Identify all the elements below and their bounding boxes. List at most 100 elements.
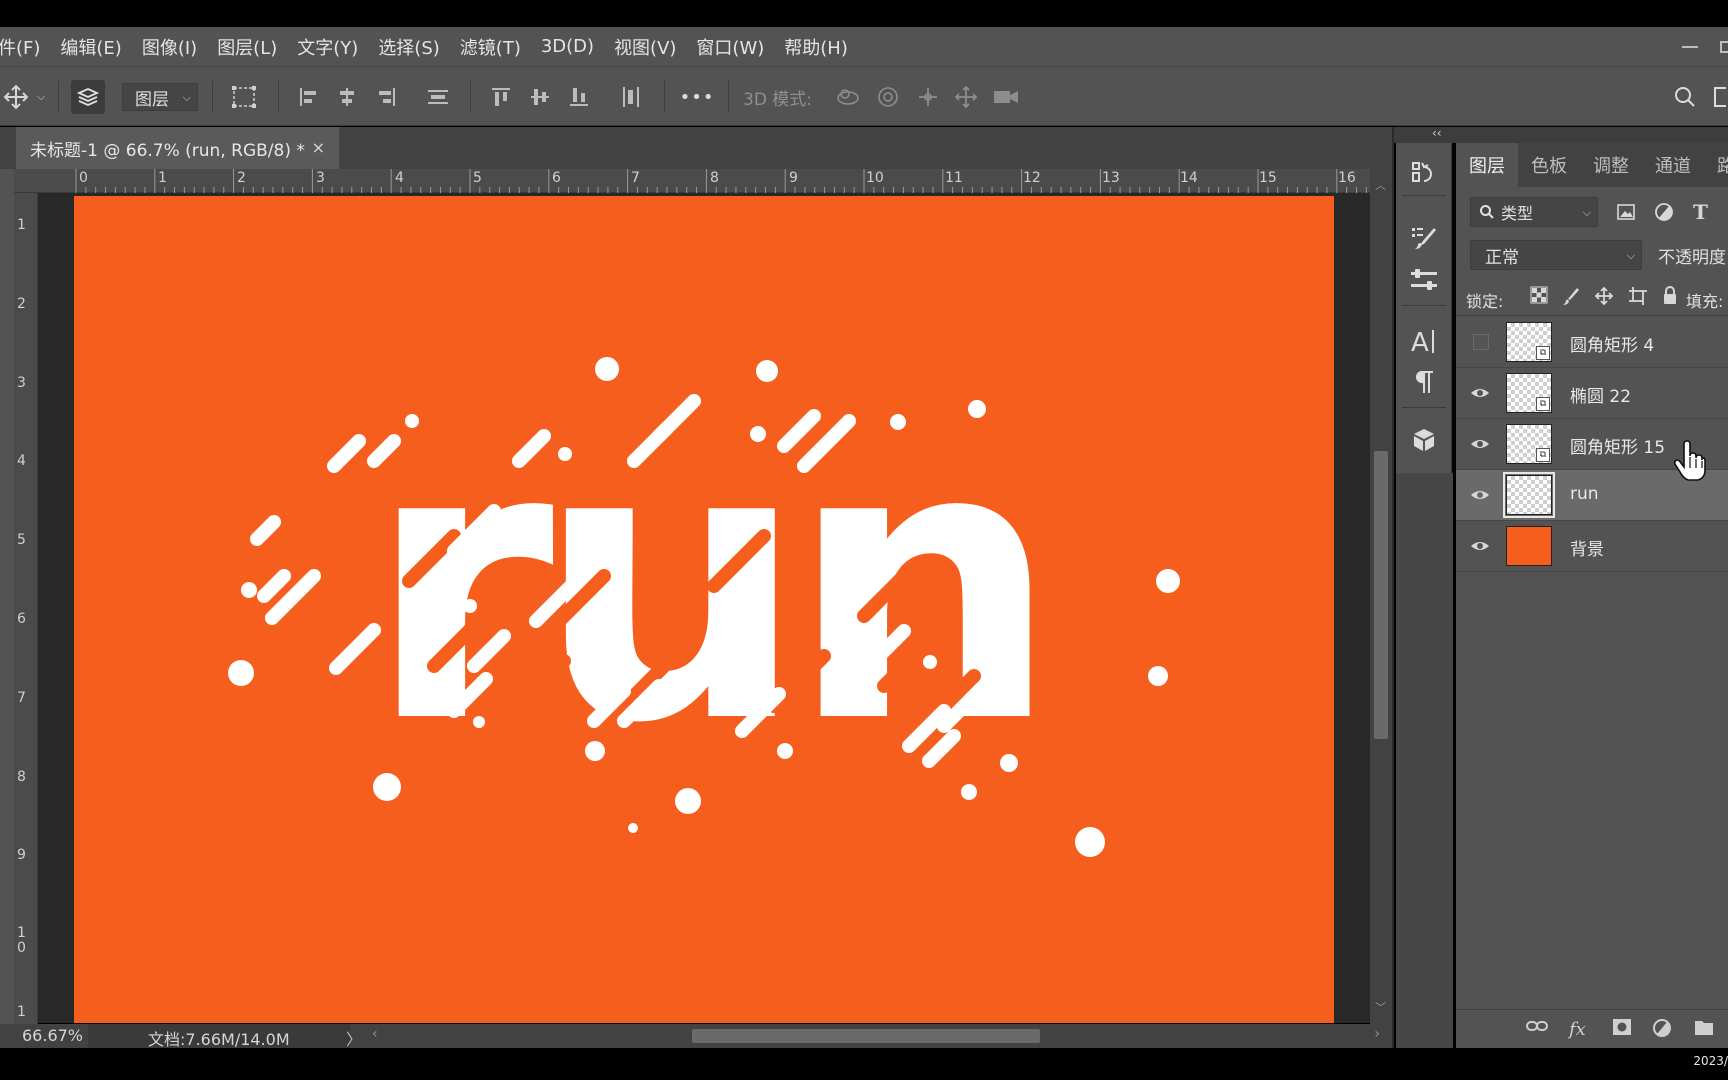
document-tab-bar: 未标题-1 @ 66.7% (run, RGB/8) * × <box>0 127 1392 169</box>
tab-layers[interactable]: 图层 <box>1456 143 1518 187</box>
smart-object-icon: ⧉ <box>1536 346 1550 360</box>
move-tool-icon[interactable]: ⌵ <box>0 67 46 127</box>
3d-camera-icon[interactable] <box>988 67 1024 127</box>
distribute-vertical-icon[interactable] <box>614 67 648 127</box>
3d-panel-icon[interactable] <box>1396 427 1452 461</box>
align-center-icon[interactable] <box>330 67 364 127</box>
vertical-scrollbar[interactable]: ︿ ﹀ <box>1370 169 1392 1024</box>
lock-transparent-icon[interactable] <box>1530 286 1548 304</box>
character-panel-icon[interactable]: A <box>1396 327 1452 361</box>
layer-name[interactable]: run <box>1570 484 1599 504</box>
panel-tabs: 图层 色板 调整 通道 路 <box>1456 143 1728 187</box>
close-icon[interactable]: × <box>312 138 325 157</box>
tab-swatches[interactable]: 色板 <box>1518 143 1580 187</box>
menu-select[interactable]: 选择(S) <box>368 34 449 60</box>
scroll-right-icon[interactable]: › <box>1374 1026 1380 1042</box>
link-layers-icon[interactable] <box>1526 1018 1548 1034</box>
layer-row[interactable]: ⧉ 椭圆 22 <box>1456 368 1728 419</box>
eye-icon[interactable] <box>1470 486 1490 504</box>
minimize-button[interactable] <box>1682 45 1698 48</box>
lock-image-brush-icon[interactable] <box>1562 286 1580 306</box>
tab-channels[interactable]: 通道 <box>1642 143 1704 187</box>
status-bar: 66.67% 文档:7.66M/14.0M 〉 ‹ › <box>0 1024 1392 1050</box>
menu-3d[interactable]: 3D(D) <box>531 36 604 57</box>
document-tab[interactable]: 未标题-1 @ 66.7% (run, RGB/8) * × <box>16 127 339 169</box>
menu-image[interactable]: 图像(I) <box>132 34 207 60</box>
3d-roll-icon[interactable] <box>872 67 904 127</box>
horizontal-scroll-thumb[interactable] <box>692 1029 1040 1043</box>
scroll-up-icon[interactable]: ︿ <box>1375 177 1386 193</box>
eye-icon[interactable] <box>1470 537 1490 555</box>
lock-all-icon[interactable] <box>1662 286 1678 306</box>
layer-row[interactable]: ⧉ 圆角矩形 4 <box>1456 317 1728 368</box>
collapse-panels-icon[interactable]: ‹‹ <box>1432 126 1442 140</box>
eye-icon[interactable] <box>1470 384 1490 402</box>
document-canvas[interactable]: run <box>74 196 1334 1023</box>
scroll-down-icon[interactable]: ﹀ <box>1375 999 1386 1015</box>
horizontal-scrollbar[interactable]: ‹ › <box>372 1026 1380 1043</box>
chevron-down-icon: ⌵ <box>1582 206 1591 219</box>
history-icon[interactable] <box>1396 159 1452 193</box>
layer-style-fx-icon[interactable]: fx <box>1568 1018 1592 1040</box>
menu-filter[interactable]: 滤镜(T) <box>450 34 531 60</box>
filter-adjustment-icon[interactable] <box>1654 202 1674 222</box>
tab-paths[interactable]: 路 <box>1704 143 1728 187</box>
3d-slide-icon[interactable] <box>950 67 982 127</box>
filter-pixel-icon[interactable] <box>1616 203 1636 221</box>
align-top-icon[interactable] <box>484 67 518 127</box>
layer-filter-row: 类型 ⌵ T <box>1464 197 1728 227</box>
align-middle-icon[interactable] <box>523 67 557 127</box>
layer-name[interactable]: 圆角矩形 15 <box>1570 433 1665 458</box>
lock-artboard-icon[interactable] <box>1628 286 1648 306</box>
layer-filter-select[interactable]: 类型 ⌵ <box>1470 197 1598 227</box>
blend-mode-select[interactable]: 正常 ⌵ <box>1470 240 1642 270</box>
visibility-toggle-empty[interactable] <box>1473 334 1489 350</box>
menu-help[interactable]: 帮助(H) <box>774 34 858 60</box>
brush-presets-icon[interactable] <box>1396 225 1452 257</box>
maximize-button[interactable] <box>1720 40 1728 53</box>
align-bottom-icon[interactable] <box>562 67 596 127</box>
3d-mode-label: 3D 模式: <box>743 89 813 110</box>
svg-text:T: T <box>1693 202 1708 222</box>
auto-select-target-select[interactable]: 图层 ⌵ <box>122 83 198 111</box>
auto-select-icon[interactable] <box>70 67 106 127</box>
layer-thumbnail: ⧉ <box>1506 373 1552 413</box>
title-bar <box>0 0 1728 27</box>
layer-name[interactable]: 椭圆 22 <box>1570 382 1631 407</box>
status-menu-arrow[interactable]: 〉 <box>346 1026 362 1050</box>
add-mask-icon[interactable] <box>1612 1018 1632 1036</box>
eye-icon[interactable] <box>1470 435 1490 453</box>
tab-adjustments[interactable]: 调整 <box>1580 143 1642 187</box>
new-group-folder-icon[interactable] <box>1694 1018 1714 1036</box>
zoom-level-field[interactable]: 66.67% <box>22 1026 83 1045</box>
align-right-icon[interactable] <box>369 67 403 127</box>
layer-name[interactable]: 背景 <box>1570 535 1604 560</box>
menu-layer[interactable]: 图层(L) <box>207 34 287 60</box>
menu-edit[interactable]: 编辑(E) <box>50 34 131 60</box>
layer-name[interactable]: 圆角矩形 4 <box>1570 331 1654 356</box>
transform-controls-icon[interactable] <box>226 67 262 127</box>
menu-window[interactable]: 窗口(W) <box>686 34 774 60</box>
distribute-icon[interactable] <box>421 67 455 127</box>
menu-file[interactable]: 件(F) <box>0 34 50 60</box>
document-size-info: 文档:7.66M/14.0M <box>148 1030 290 1049</box>
3d-pan-icon[interactable] <box>912 67 944 127</box>
align-left-icon[interactable] <box>292 67 326 127</box>
vertical-scroll-thumb[interactable] <box>1374 451 1388 739</box>
adjustments-sliders-icon[interactable] <box>1396 267 1452 299</box>
more-options-button[interactable]: ••• <box>680 67 714 127</box>
scroll-left-icon[interactable]: ‹ <box>372 1026 378 1042</box>
chevron-down-icon: ⌵ <box>1626 249 1635 262</box>
search-icon[interactable] <box>1668 67 1702 127</box>
menu-view[interactable]: 视图(V) <box>604 34 686 60</box>
paragraph-icon[interactable] <box>1396 369 1452 401</box>
adjustment-layer-icon[interactable] <box>1652 1018 1674 1040</box>
workspace-icon[interactable] <box>1710 67 1728 127</box>
filter-type-icon[interactable]: T <box>1692 202 1710 222</box>
lock-position-icon[interactable] <box>1594 286 1614 306</box>
menu-type[interactable]: 文字(Y) <box>287 34 368 60</box>
layer-row[interactable]: 背景 <box>1456 521 1728 572</box>
chevron-down-icon[interactable]: ⌵ <box>37 90 45 104</box>
3d-orbit-icon[interactable] <box>832 67 864 127</box>
options-bar: ⌵ 图层 ⌵ ••• 3D 模式: <box>0 66 1728 126</box>
